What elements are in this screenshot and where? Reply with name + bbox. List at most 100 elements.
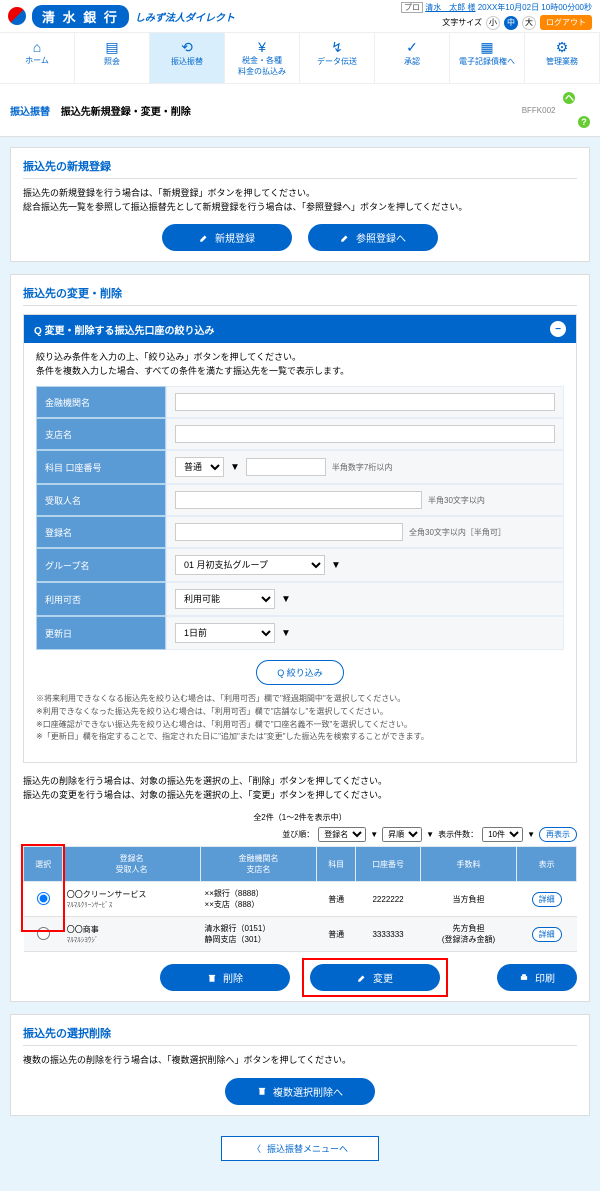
service-name: しみず法人ダイレクト: [135, 9, 235, 24]
cell-name: 〇〇クリーンサービスﾏﾙﾏﾙｸﾘｰﾝｻｰﾋﾞｽ: [63, 882, 201, 917]
filter-accordion-header[interactable]: Q 変更・削除する振込先口座の絞り込み −: [24, 315, 576, 343]
result-count: 全2件（1～2件を表示中）: [23, 812, 577, 823]
input-branch[interactable]: [175, 425, 555, 443]
nav-item-0[interactable]: ⌂ホーム: [0, 33, 75, 83]
help-icon: ?: [578, 116, 590, 128]
cell-bank: ××銀行（8888）××支店（888）: [201, 882, 317, 917]
cell-fee: 当方負担: [420, 882, 516, 917]
table-instruction: 振込先の削除を行う場合は、対象の振込先を選択の上、「削除」ボタンを押してください…: [23, 775, 577, 802]
filter-notes: ※将来利用できなくなる振込先を絞り込む場合は、「利用可否」欄で"経過期間中"を選…: [36, 693, 564, 744]
bulk-delete-title: 振込先の選択削除: [23, 1025, 577, 1046]
datetime: 20XX年10月02日 10時00分00秒: [478, 3, 592, 12]
collapse-icon[interactable]: −: [550, 321, 566, 337]
new-registration-text: 振込先の新規登録を行う場合は、「新規登録」ボタンを押してください。 総合振込先一…: [23, 187, 577, 214]
nav-icon: ▦: [452, 39, 522, 56]
user-link[interactable]: 清水 太郎 様: [425, 3, 475, 12]
row-select-radio[interactable]: [37, 927, 50, 940]
trash-icon: [257, 1086, 267, 1096]
table-row: 〇〇クリーンサービスﾏﾙﾏﾙｸﾘｰﾝｻｰﾋﾞｽ××銀行（8888）××支店（88…: [24, 882, 577, 917]
label-group: グループ名: [36, 548, 166, 582]
label-usable: 利用可否: [36, 582, 166, 616]
table-header: 科目: [317, 847, 356, 882]
label-account: 科目 口座番号: [36, 450, 166, 484]
nav-icon: ✓: [377, 39, 447, 56]
nav-item-5[interactable]: ✓承認: [375, 33, 450, 83]
input-payee[interactable]: [175, 491, 422, 509]
change-button[interactable]: 変更: [310, 964, 440, 991]
print-button[interactable]: 印刷: [497, 964, 577, 991]
nav-icon: ⌂: [2, 39, 72, 55]
font-mid-button[interactable]: 中: [504, 16, 518, 30]
nav-item-2[interactable]: ⟲振込振替: [150, 33, 225, 83]
bulk-delete-button[interactable]: 複数選択削除へ: [225, 1078, 375, 1105]
detail-button[interactable]: 詳細: [532, 927, 562, 942]
input-account-number[interactable]: [246, 458, 326, 476]
chevron-left-icon: 〈: [252, 1142, 261, 1155]
pencil-icon: [199, 233, 209, 243]
bulk-delete-text: 複数の振込先の削除を行う場合は、「複数選択削除へ」ボタンを押してください。: [23, 1054, 577, 1068]
printer-icon: [519, 973, 529, 983]
table-header: 登録名 受取人名: [63, 847, 201, 882]
delete-button[interactable]: 削除: [160, 964, 290, 991]
select-group[interactable]: 01 月初支払グループ: [175, 555, 325, 575]
back-button[interactable]: 〈振込振替メニューへ: [221, 1136, 379, 1161]
new-register-button[interactable]: 新規登録: [162, 224, 292, 251]
nav-icon: ¥: [227, 39, 297, 55]
logout-button[interactable]: ログアウト: [540, 15, 592, 30]
label-bank: 金融機関名: [36, 386, 166, 418]
new-registration-title: 振込先の新規登録: [23, 158, 577, 179]
table-row: 〇〇商事ﾏﾙﾏﾙｼﾖｳｼﾞ清水銀行（0151）静岡支店（301）普通333333…: [24, 917, 577, 952]
font-large-button[interactable]: 大: [522, 16, 536, 30]
row-select-radio[interactable]: [37, 892, 50, 905]
breadcrumb-category: 振込振替: [10, 107, 50, 118]
cell-bank: 清水銀行（0151）静岡支店（301）: [201, 917, 317, 952]
trash-icon: [207, 973, 217, 983]
redisplay-button[interactable]: 再表示: [539, 827, 577, 842]
select-usable[interactable]: 利用可能: [175, 589, 275, 609]
user-badge: プロ: [401, 2, 423, 13]
nav-icon: ⚙: [527, 39, 597, 56]
detail-button[interactable]: 詳細: [532, 892, 562, 907]
font-size-label: 文字サイズ: [442, 17, 482, 28]
select-update[interactable]: 1日前: [175, 623, 275, 643]
label-branch: 支店名: [36, 418, 166, 450]
table-header: 選択: [24, 847, 63, 882]
page-id: BFFK002: [522, 106, 556, 115]
sort-key-select[interactable]: 登録名: [318, 827, 366, 842]
cell-name: 〇〇商事ﾏﾙﾏﾙｼﾖｳｼﾞ: [63, 917, 201, 952]
nav-item-7[interactable]: ⚙管理業務: [525, 33, 600, 83]
page-size-select[interactable]: 10件: [482, 827, 523, 842]
cell-number: 3333333: [356, 917, 420, 952]
label-update: 更新日: [36, 616, 166, 650]
cell-fee: 先方負担 (登録済み金額): [420, 917, 516, 952]
nav-item-4[interactable]: ↯データ伝送: [300, 33, 375, 83]
label-regname: 登録名: [36, 516, 166, 548]
input-bank[interactable]: [175, 393, 555, 411]
nav-item-6[interactable]: ▦電子記録債権へ: [450, 33, 525, 83]
table-header: 表示: [517, 847, 577, 882]
filter-instruction: 絞り込み条件を入力の上、「絞り込み」ボタンを押してください。 条件を複数入力した…: [36, 351, 564, 378]
nav-item-3[interactable]: ¥税金・各種 料金の払込み: [225, 33, 300, 83]
nav-item-1[interactable]: ▤照会: [75, 33, 150, 83]
bank-logo-icon: [8, 7, 26, 25]
filter-button[interactable]: Q 絞り込み: [256, 660, 344, 685]
label-payee: 受取人名: [36, 484, 166, 516]
table-header: 金融機関名 支店名: [201, 847, 317, 882]
pencil-icon: [340, 233, 350, 243]
sort-order-select[interactable]: 昇順: [382, 827, 422, 842]
bank-name: 清 水 銀 行: [32, 5, 129, 28]
table-header: 手数料: [420, 847, 516, 882]
cell-number: 2222222: [356, 882, 420, 917]
reference-register-button[interactable]: 参照登録へ: [308, 224, 438, 251]
table-header: 口座番号: [356, 847, 420, 882]
nav-icon: ▤: [77, 39, 147, 56]
edit-delete-title: 振込先の変更・削除: [23, 285, 577, 306]
cell-type: 普通: [317, 882, 356, 917]
font-small-button[interactable]: 小: [486, 16, 500, 30]
nav-icon: ↯: [302, 39, 372, 56]
nav-icon: ⟲: [152, 39, 222, 56]
select-account-type[interactable]: 普通: [175, 457, 224, 477]
input-regname[interactable]: [175, 523, 403, 541]
help-link[interactable]: ヘルプ ?: [563, 92, 590, 128]
cell-type: 普通: [317, 917, 356, 952]
